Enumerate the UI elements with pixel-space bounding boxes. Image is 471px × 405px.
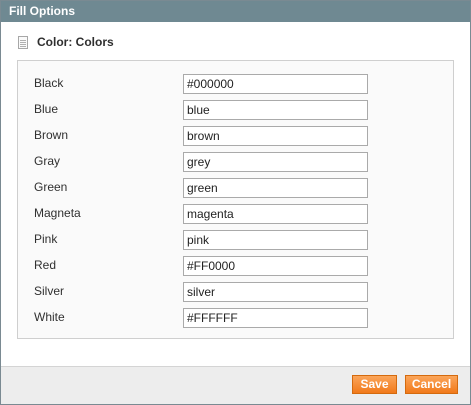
color-row-magneta: Magneta (18, 204, 453, 232)
color-row-blue: Blue (18, 100, 453, 128)
color-label: Brown (34, 128, 69, 142)
dialog-title: Fill Options (1, 1, 470, 22)
cancel-button[interactable]: Cancel (405, 375, 458, 394)
color-label: Pink (34, 232, 58, 246)
color-value-input[interactable] (183, 282, 368, 302)
color-value-input[interactable] (183, 308, 368, 328)
color-value-input[interactable] (183, 100, 368, 120)
color-fieldset: Black Blue Brown Gray Green Magneta (17, 60, 454, 339)
document-icon (18, 35, 28, 49)
color-value-input[interactable] (183, 178, 368, 198)
fill-options-dialog: Fill Options Color: Colors Black Blue Br… (0, 0, 471, 405)
color-row-gray: Gray (18, 152, 453, 180)
section-header: Color: Colors (18, 33, 114, 51)
color-label: Silver (34, 284, 65, 298)
save-button[interactable]: Save (352, 375, 397, 394)
color-value-input[interactable] (183, 230, 368, 250)
color-row-green: Green (18, 178, 453, 206)
color-row-black: Black (18, 74, 453, 102)
dialog-content: Color: Colors Black Blue Brown Gray Gree… (1, 22, 470, 366)
color-row-silver: Silver (18, 282, 453, 310)
color-row-pink: Pink (18, 230, 453, 258)
color-value-input[interactable] (183, 204, 368, 224)
color-label: Magneta (34, 206, 81, 220)
color-row-brown: Brown (18, 126, 453, 154)
color-label: Red (34, 258, 57, 272)
color-value-input[interactable] (183, 152, 368, 172)
dialog-footer: Save Cancel (1, 366, 470, 404)
color-label: Green (34, 180, 68, 194)
color-row-white: White (18, 308, 453, 336)
color-label: Blue (34, 102, 59, 116)
color-label: White (34, 310, 65, 324)
color-label: Gray (34, 154, 61, 168)
color-label: Black (34, 76, 64, 90)
color-row-red: Red (18, 256, 453, 284)
section-title: Color: Colors (37, 35, 114, 49)
color-value-input[interactable] (183, 126, 368, 146)
color-value-input[interactable] (183, 74, 368, 94)
color-value-input[interactable] (183, 256, 368, 276)
